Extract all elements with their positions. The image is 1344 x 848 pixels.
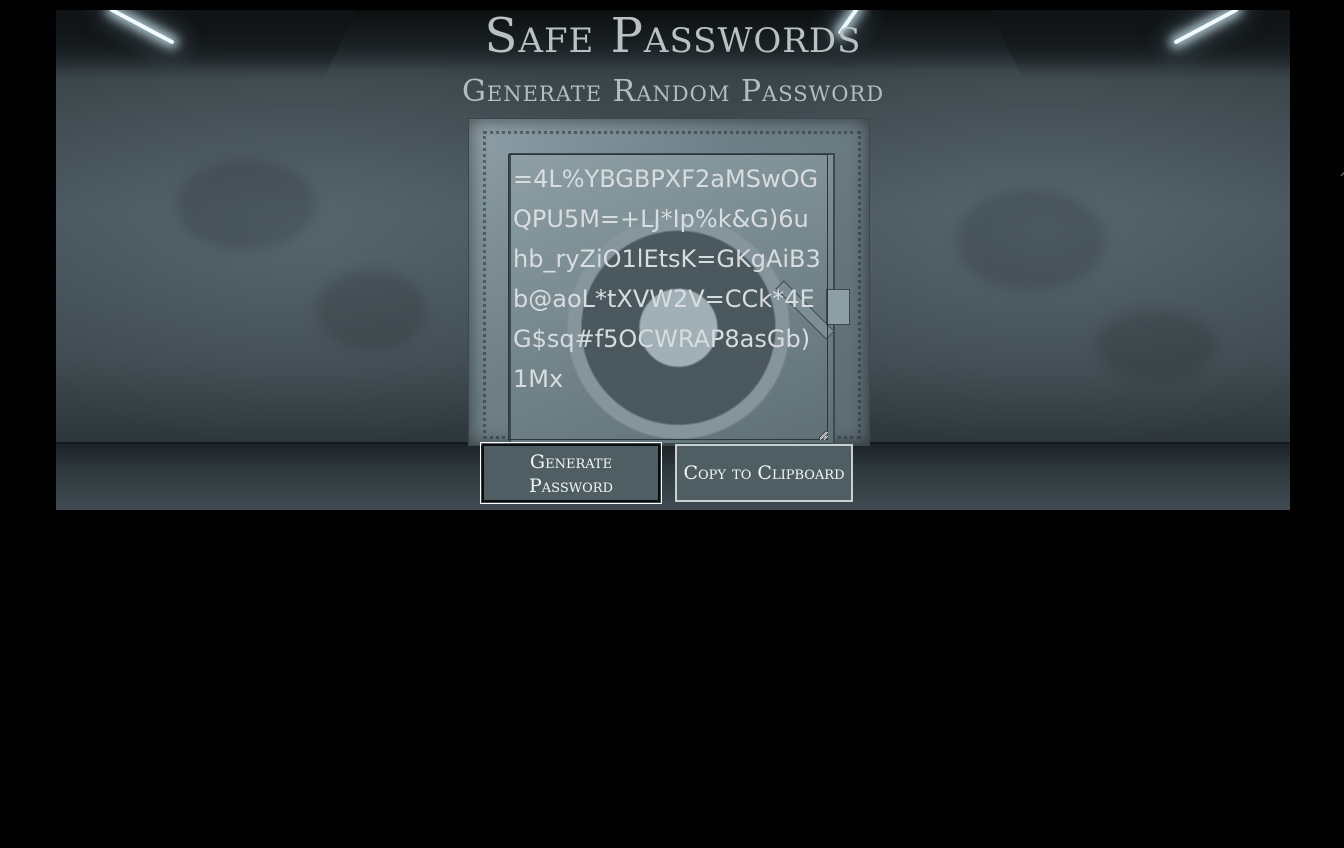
- wall-texture: [316, 270, 426, 350]
- page-title: Safe Passwords: [484, 10, 862, 64]
- wall-texture: [956, 190, 1106, 290]
- wall-texture: [1096, 310, 1216, 380]
- scroll-edge-icon: [1336, 166, 1344, 177]
- resize-grip-icon[interactable]: [820, 432, 828, 440]
- password-output[interactable]: =4L%YBGBPXF2aMSwOGQPU5M=+LJ*Ip%k&G)6uhb_…: [508, 154, 828, 440]
- copy-to-clipboard-button[interactable]: Copy to Clipboard: [675, 444, 853, 502]
- wall-texture: [176, 160, 316, 250]
- page-subtitle: Generate Random Password: [461, 74, 885, 109]
- vault-bolt: [826, 289, 850, 325]
- vault-room-background: Safe Passwords Generate Random Password …: [56, 10, 1290, 510]
- floor: [56, 442, 1290, 510]
- generate-password-button[interactable]: Generate Password: [480, 442, 662, 504]
